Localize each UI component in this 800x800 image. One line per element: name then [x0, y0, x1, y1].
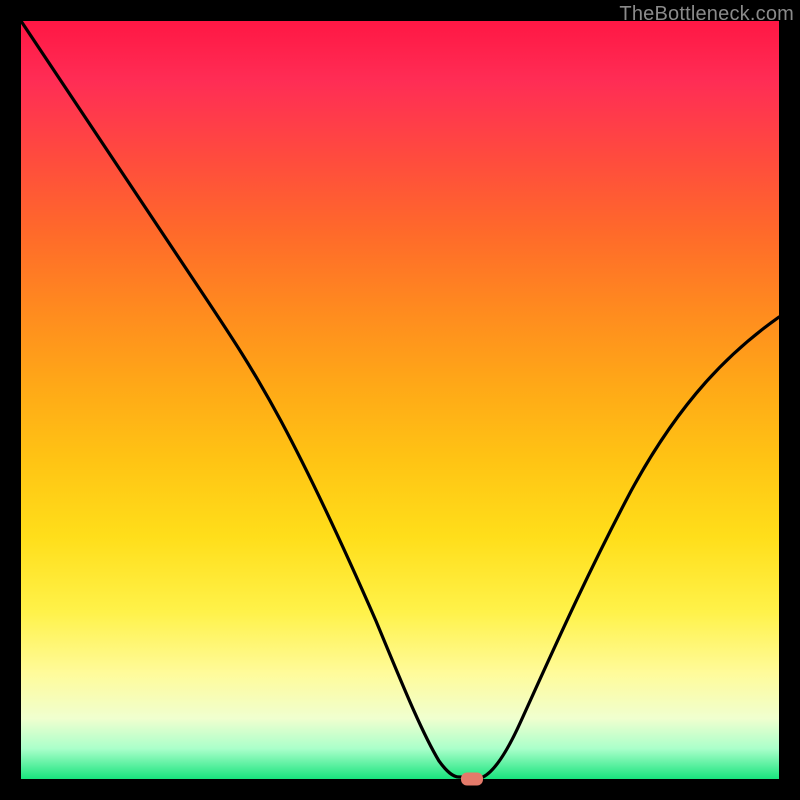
watermark-label: TheBottleneck.com: [619, 3, 794, 26]
curve-path: [21, 21, 779, 777]
bottleneck-chart: TheBottleneck.com: [0, 0, 800, 800]
bottleneck-curve: [21, 21, 779, 779]
optimal-point-marker: [461, 773, 483, 786]
plot-background-gradient: [21, 21, 779, 779]
